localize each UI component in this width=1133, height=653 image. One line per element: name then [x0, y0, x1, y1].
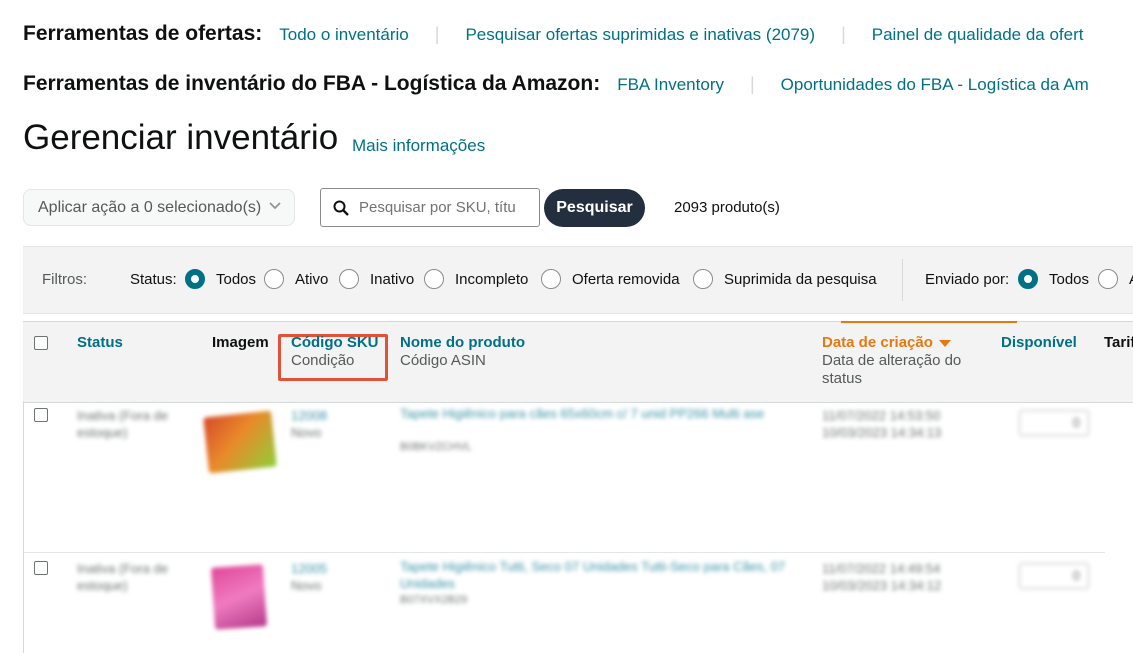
status-option-incompleto[interactable]: Incompleto: [455, 271, 528, 288]
sort-desc-icon: [938, 339, 951, 347]
radio-shipped-amazon[interactable]: [1098, 269, 1118, 289]
column-asin-label: Código ASIN: [400, 352, 486, 369]
row-checkbox[interactable]: [34, 408, 48, 422]
table-left-border: [23, 401, 24, 653]
shipped-option-todos[interactable]: Todos: [1049, 271, 1089, 288]
shipped-option-amazon[interactable]: A: [1129, 271, 1133, 288]
more-info-link[interactable]: Mais informações: [352, 136, 485, 156]
divider: [902, 259, 903, 301]
row-status: Inativa (Fora de estoque): [77, 561, 169, 593]
all-inventory-link[interactable]: Todo o inventário: [279, 25, 408, 45]
search-icon: [333, 200, 349, 216]
row-product-name[interactable]: Tapete Higiênico Tutti, Seco 07 Unidades…: [400, 558, 810, 592]
column-sku-label[interactable]: Código SKU: [291, 334, 379, 352]
column-product-name-label[interactable]: Nome do produto: [400, 334, 525, 352]
product-count: 2093 produto(s): [674, 199, 780, 216]
radio-status-inativo[interactable]: [339, 269, 359, 289]
bulk-action-label: Aplicar ação a 0 selecionado(s): [38, 198, 262, 216]
row-available-input[interactable]: 0: [1019, 563, 1089, 589]
status-option-suprimida[interactable]: Suprimida da pesquisa: [724, 271, 877, 288]
quality-dashboard-link[interactable]: Painel de qualidade da ofert: [872, 25, 1084, 45]
search-button[interactable]: Pesquisar: [544, 189, 645, 227]
radio-status-todos[interactable]: [185, 269, 205, 289]
row-sku[interactable]: 12008: [291, 407, 327, 424]
column-modified-label: Data de alteração do status: [822, 352, 962, 387]
search-field[interactable]: [320, 188, 540, 227]
row-available-input[interactable]: 0: [1019, 410, 1089, 436]
row-condition: Novo: [291, 578, 322, 593]
select-all-checkbox[interactable]: [34, 336, 48, 350]
radio-status-incompleto[interactable]: [424, 269, 444, 289]
fba-tools-bar: Ferramentas de inventário do FBA - Logís…: [23, 72, 1089, 96]
row-checkbox[interactable]: [34, 561, 48, 575]
status-filter-label: Status:: [130, 271, 177, 288]
fba-opportunities-link[interactable]: Oportunidades do FBA - Logística da Am: [781, 75, 1089, 95]
row-asin: B0BKVZCHVL: [400, 441, 472, 453]
filters-label: Filtros:: [42, 271, 87, 288]
column-status[interactable]: Status: [77, 334, 123, 352]
search-input[interactable]: [357, 198, 526, 217]
radio-status-suprimida[interactable]: [693, 269, 713, 289]
row-condition: Novo: [291, 425, 322, 440]
row-product-name[interactable]: Tapete Higiênico para cães 65x60cm c/ 7 …: [400, 405, 810, 422]
status-option-oferta-removida[interactable]: Oferta removida: [572, 271, 680, 288]
status-option-ativo[interactable]: Ativo: [295, 271, 328, 288]
shipped-by-label: Enviado por:: [925, 271, 1010, 288]
row-created-date: 11/07/2022 14:53:50: [822, 408, 941, 423]
status-option-todos[interactable]: Todos: [216, 271, 256, 288]
column-product-name[interactable]: Nome do produto Código ASIN: [400, 334, 525, 370]
suppressed-offers-link[interactable]: Pesquisar ofertas suprimidas e inativas …: [465, 25, 815, 45]
radio-status-ativo[interactable]: [264, 269, 284, 289]
column-sku[interactable]: Código SKU Condição: [291, 334, 379, 370]
row-sku[interactable]: 12005: [291, 560, 327, 577]
divider: |: [841, 24, 846, 44]
product-image[interactable]: [210, 564, 268, 630]
column-image: Imagem: [212, 334, 269, 351]
fba-inventory-link[interactable]: FBA Inventory: [617, 75, 724, 95]
divider: |: [749, 74, 755, 94]
product-image[interactable]: [203, 410, 277, 474]
status-option-inativo[interactable]: Inativo: [370, 271, 414, 288]
row-divider: [24, 552, 1105, 553]
table-header: Status Imagem Código SKU Condição Nome d…: [23, 321, 1133, 403]
fba-tools-title: Ferramentas de inventário do FBA - Logís…: [23, 72, 601, 95]
filter-bar: Filtros: Status: Todos Ativo Inativo Inc…: [23, 246, 1133, 314]
bulk-action-select[interactable]: Aplicar ação a 0 selecionado(s): [23, 189, 295, 226]
column-available[interactable]: Disponível: [1001, 334, 1077, 352]
row-status: Inativa (Fora de estoque): [77, 408, 169, 440]
column-condition-label: Condição: [291, 352, 355, 369]
radio-status-oferta-removida[interactable]: [541, 269, 561, 289]
sort-indicator-bar: [841, 321, 1017, 323]
row-asin: B07XVX2B29: [400, 594, 468, 606]
column-tariff: Tarif: [1104, 334, 1133, 351]
offer-tools-bar: Ferramentas de ofertas: Todo o inventári…: [23, 22, 1083, 46]
divider: |: [434, 24, 440, 44]
column-created-date[interactable]: Data de criação Data de alteração do sta…: [822, 334, 982, 388]
column-created-label[interactable]: Data de criação: [822, 334, 933, 351]
offer-tools-title: Ferramentas de ofertas:: [23, 22, 263, 45]
row-created-date: 11/07/2022 14:49:54: [822, 561, 941, 576]
page-title: Gerenciar inventário: [23, 118, 339, 157]
chevron-down-icon: [269, 202, 281, 210]
row-modified-date: 10/03/2023 14:34:13: [822, 425, 942, 440]
radio-shipped-todos[interactable]: [1018, 269, 1038, 289]
row-modified-date: 10/03/2023 14:34:12: [822, 578, 942, 593]
